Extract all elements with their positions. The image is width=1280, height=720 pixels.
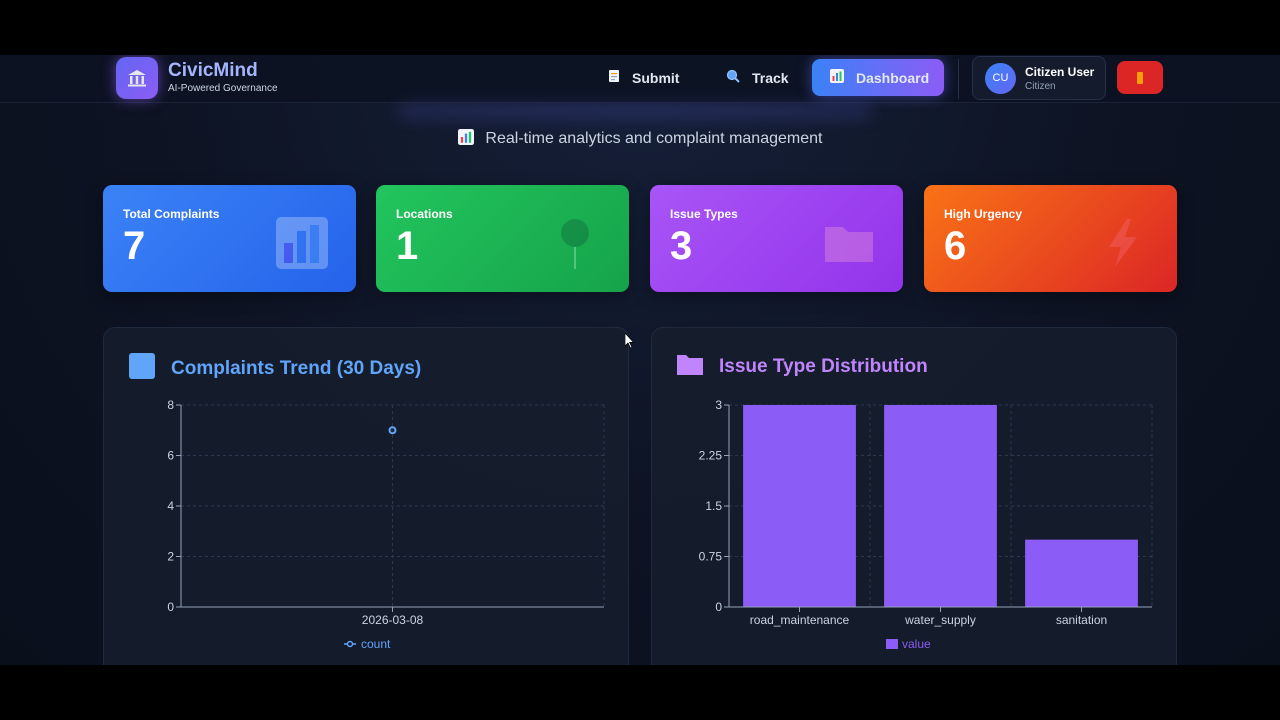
folder-icon	[823, 217, 875, 274]
legend-label: count	[361, 637, 391, 651]
stat-card-high-urgency: High Urgency 6	[924, 185, 1177, 292]
search-icon	[726, 69, 740, 86]
user-role: Citizen	[1025, 80, 1056, 92]
logout-button[interactable]	[1117, 61, 1163, 94]
data-point	[388, 426, 397, 435]
nav-submit-label: Submit	[632, 69, 680, 86]
nav-submit-button[interactable]: Submit	[590, 59, 697, 96]
legend-marker	[346, 640, 354, 648]
distribution-chart-panel: Issue Type Distribution 0 0.75 1.5 2.25 3 roa…	[651, 327, 1177, 665]
lightning-icon	[1097, 217, 1149, 274]
y-tick-label: 2.25	[699, 449, 723, 463]
app-frame: CivicMind AI-Powered Governance Submit T…	[0, 55, 1280, 665]
y-tick-label: 0	[715, 600, 722, 614]
chart-icon	[457, 129, 478, 146]
user-name: Citizen User	[1025, 64, 1095, 79]
y-tick-label: 0.75	[699, 550, 723, 564]
nav-dashboard-label: Dashboard	[856, 69, 930, 86]
legend-swatch	[886, 639, 898, 649]
bar	[884, 405, 997, 607]
y-tick-label: 8	[167, 398, 174, 412]
bar	[1025, 539, 1138, 607]
chart-icon	[830, 69, 844, 86]
nav-divider	[958, 59, 959, 99]
nav-track-button[interactable]: Track	[708, 59, 807, 96]
door-icon	[1137, 71, 1143, 84]
trend-chart: 0 2 4 6 8 2026-03-08 count	[167, 398, 605, 651]
building-icon	[116, 57, 158, 99]
stat-card-total-complaints: Total Complaints 7	[103, 185, 356, 292]
brand-tagline: AI-Powered Governance	[168, 83, 278, 94]
y-tick-label: 4	[167, 499, 174, 513]
x-tick-label: 2026-03-08	[362, 613, 424, 627]
y-tick-label: 2	[167, 550, 174, 564]
brand-title: CivicMind	[168, 60, 258, 81]
page-subtitle: Real-time analytics and complaint manage…	[0, 129, 1280, 148]
brand[interactable]: CivicMind AI-Powered Governance	[116, 57, 278, 99]
x-tick-label: water_supply	[904, 613, 976, 627]
page-subtitle-text: Real-time analytics and complaint manage…	[485, 130, 823, 147]
document-icon	[608, 69, 620, 86]
navbar: CivicMind AI-Powered Governance Submit T…	[0, 55, 1280, 103]
stat-card-issue-types: Issue Types 3	[650, 185, 903, 292]
x-tick-label: sanitation	[1056, 613, 1107, 627]
y-tick-label: 6	[167, 449, 174, 463]
y-tick-label: 1.5	[705, 499, 722, 513]
trend-chart-panel: Complaints Trend (30 Days) 0 2 4 6 8 2026-03-…	[103, 327, 629, 665]
y-tick-label: 0	[167, 600, 174, 614]
mouse-cursor	[624, 332, 635, 354]
stat-card-locations: Locations 1	[376, 185, 629, 292]
y-tick-label: 3	[715, 398, 722, 412]
nav-track-label: Track	[752, 69, 789, 86]
distribution-chart: 0 0.75 1.5 2.25 3 road_maintenance water_suppl…	[699, 398, 1153, 651]
user-profile[interactable]: CU Citizen User Citizen	[972, 56, 1106, 100]
x-tick-label: road_maintenance	[750, 613, 850, 627]
bar-chart-icon	[276, 217, 328, 274]
nav-dashboard-button[interactable]: Dashboard	[812, 59, 944, 96]
pin-icon	[549, 217, 601, 274]
avatar: CU	[985, 62, 1016, 94]
legend-label: value	[902, 637, 931, 651]
bar	[743, 405, 856, 607]
page-title-glow	[400, 105, 870, 117]
